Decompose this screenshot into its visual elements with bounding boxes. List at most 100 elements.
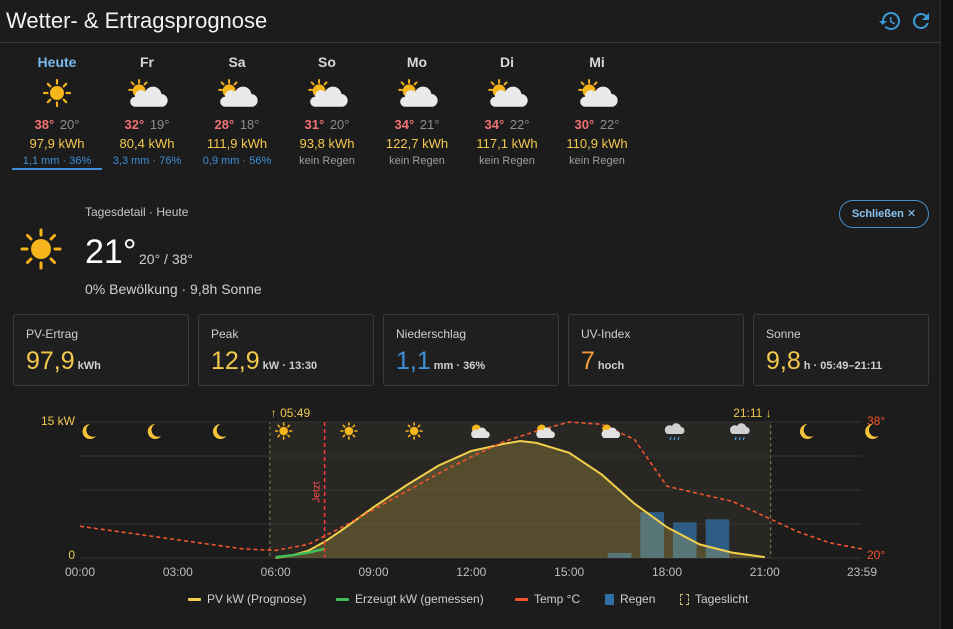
x-tick-label: 09:00 — [358, 565, 388, 579]
y-left-bottom-label: 0 — [68, 548, 75, 562]
moon-icon — [147, 424, 162, 439]
legend-rain[interactable]: Regen — [605, 592, 655, 606]
day-name: Mo — [406, 54, 428, 70]
day-temps: 34° 21° — [372, 117, 462, 134]
current-temperature: 21° — [85, 233, 137, 271]
day-mi[interactable]: Mi 30° 22° 110,9 kWh kein Regen — [552, 54, 642, 170]
day-name: Di — [500, 54, 514, 70]
day-high: 31° — [304, 117, 325, 132]
day-mo[interactable]: Mo 34° 21° 122,7 kWh kein Regen — [372, 54, 462, 170]
close-detail-button[interactable]: Schließen ✕ — [839, 200, 929, 228]
day-high: 30° — [574, 117, 595, 132]
day-high: 34° — [394, 117, 415, 132]
legend-daylight[interactable]: Tageslicht — [680, 592, 748, 606]
tile-sonne: Sonne 9,8 h · 05:49–21:11 — [753, 314, 929, 386]
tile-extra: · 13:30 — [279, 360, 318, 372]
legend-pv[interactable]: PV kW (Prognose) — [188, 592, 306, 606]
tile-number: 7 — [581, 347, 595, 375]
day-di[interactable]: Di 34° 22° 117,1 kWh kein Regen — [462, 54, 552, 170]
sunset-label: 21:11 ↓ — [733, 406, 771, 420]
legend-measured[interactable]: Erzeugt kW (gemessen) — [336, 592, 484, 606]
partly-cloudy-icon — [282, 74, 372, 114]
x-tick-label: 15:00 — [554, 565, 584, 579]
partly-cloudy-icon — [192, 74, 282, 114]
day-temps: 32° 19° — [102, 117, 192, 134]
sun-icon — [20, 228, 62, 275]
day-name: Mi — [589, 54, 605, 70]
tile-value: 97,9 kWh — [26, 347, 101, 376]
sun-icon — [274, 422, 293, 440]
day-low: 18° — [239, 117, 260, 132]
day-temps: 31° 20° — [282, 117, 372, 134]
day-high: 38° — [34, 117, 55, 132]
day-temps: 38° 20° — [12, 117, 102, 134]
day-name: Sa — [228, 54, 246, 70]
tile-label: UV-Index — [581, 327, 631, 341]
day-fr[interactable]: Fr 32° 19° 80,4 kWh 3,3 mm · 76% — [102, 54, 192, 170]
partly-cloudy-icon — [552, 74, 642, 114]
detail-label: Tagesdetail · Heute — [85, 205, 189, 219]
x-tick-label: 18:00 — [652, 565, 682, 579]
day-rain: kein Regen — [299, 155, 355, 167]
day-rain: kein Regen — [479, 155, 535, 167]
tile-unit: mm — [433, 360, 454, 372]
tile-value: 9,8 h · 05:49–21:11 — [766, 347, 882, 376]
tile-unit: hoch — [597, 360, 625, 372]
day-name: Fr — [140, 54, 154, 70]
partly-cloudy-icon — [372, 74, 462, 114]
tile-extra: · 36% — [453, 360, 486, 372]
tile-extra: · 05:49–21:11 — [810, 360, 883, 372]
refresh-button[interactable] — [909, 9, 933, 33]
forecast-card: Wetter- & Ertragsprognose Heute 38° 20° 97… — [0, 0, 941, 629]
tile-label: Niederschlag — [396, 327, 467, 341]
x-tick-label: 12:00 — [456, 565, 486, 579]
day-name: Heute — [37, 54, 77, 70]
tile-unit: kWh — [77, 360, 101, 372]
tile-label: Sonne — [766, 327, 801, 341]
partly-cloudy-icon — [462, 74, 552, 114]
moon-icon — [212, 424, 227, 439]
day-low: 20° — [329, 117, 350, 132]
legend-temp[interactable]: Temp °C — [515, 592, 580, 606]
tile-niederschlag: Niederschlag 1,1 mm · 36% — [383, 314, 559, 386]
day-chart: Jetzt15 kW038°20°↑ 05:49 21:11 ↓00:00 03:0… — [41, 406, 885, 579]
day-low: 19° — [149, 117, 170, 132]
day-kwh: 117,1 kWh — [476, 136, 538, 151]
tile-number: 9,8 — [766, 347, 801, 375]
chart-legend: PV kW (Prognose) Erzeugt kW (gemessen) T… — [0, 592, 941, 608]
tile-unit: h — [803, 360, 811, 372]
tile-value: 7 hoch — [581, 347, 624, 376]
moon-icon — [799, 424, 814, 439]
tile-label: PV-Ertrag — [26, 327, 79, 341]
day-heute[interactable]: Heute 38° 20° 97,9 kWh 1,1 mm · 36% — [12, 54, 102, 170]
day-kwh: 111,9 kWh — [206, 136, 268, 151]
sun-icon — [405, 422, 423, 440]
x-tick-label: 00:00 — [65, 565, 95, 579]
day-so[interactable]: So 31° 20° 93,8 kWh kein Regen — [282, 54, 372, 170]
day-kwh: 80,4 kWh — [119, 136, 175, 151]
x-tick-label: 06:00 — [261, 565, 291, 579]
y-left-top-label: 15 kW — [41, 414, 76, 428]
day-sa[interactable]: Sa 28° 18° 111,9 kWh 0,9 mm · 56% — [192, 54, 282, 170]
sun-icon — [12, 74, 102, 114]
x-tick-label: 03:00 — [163, 565, 193, 579]
day-kwh: 122,7 kWh — [385, 136, 449, 151]
day-rain: kein Regen — [569, 155, 625, 167]
tile-peak: Peak 12,9 kW · 13:30 — [198, 314, 374, 386]
day-kwh: 110,9 kWh — [566, 136, 628, 151]
day-rain: 0,9 mm · 56% — [202, 155, 272, 167]
day-rain: 1,1 mm · 36% — [12, 155, 102, 170]
day-low: 22° — [509, 117, 530, 132]
refresh-icon — [912, 12, 929, 29]
tile-unit: kW — [262, 360, 280, 372]
sunrise-label: ↑ 05:49 — [271, 406, 311, 420]
day-high: 28° — [214, 117, 235, 132]
history-button[interactable] — [878, 9, 902, 33]
card-header: Wetter- & Ertragsprognose — [0, 0, 941, 43]
day-temps: 30° 22° — [552, 117, 642, 134]
tile-value: 1,1 mm · 36% — [396, 347, 485, 376]
x-tick-label: 21:00 — [750, 565, 780, 579]
tile-value: 12,9 kW · 13:30 — [211, 347, 317, 376]
day-temps: 28° 18° — [192, 117, 282, 134]
day-temps: 34° 22° — [462, 117, 552, 134]
